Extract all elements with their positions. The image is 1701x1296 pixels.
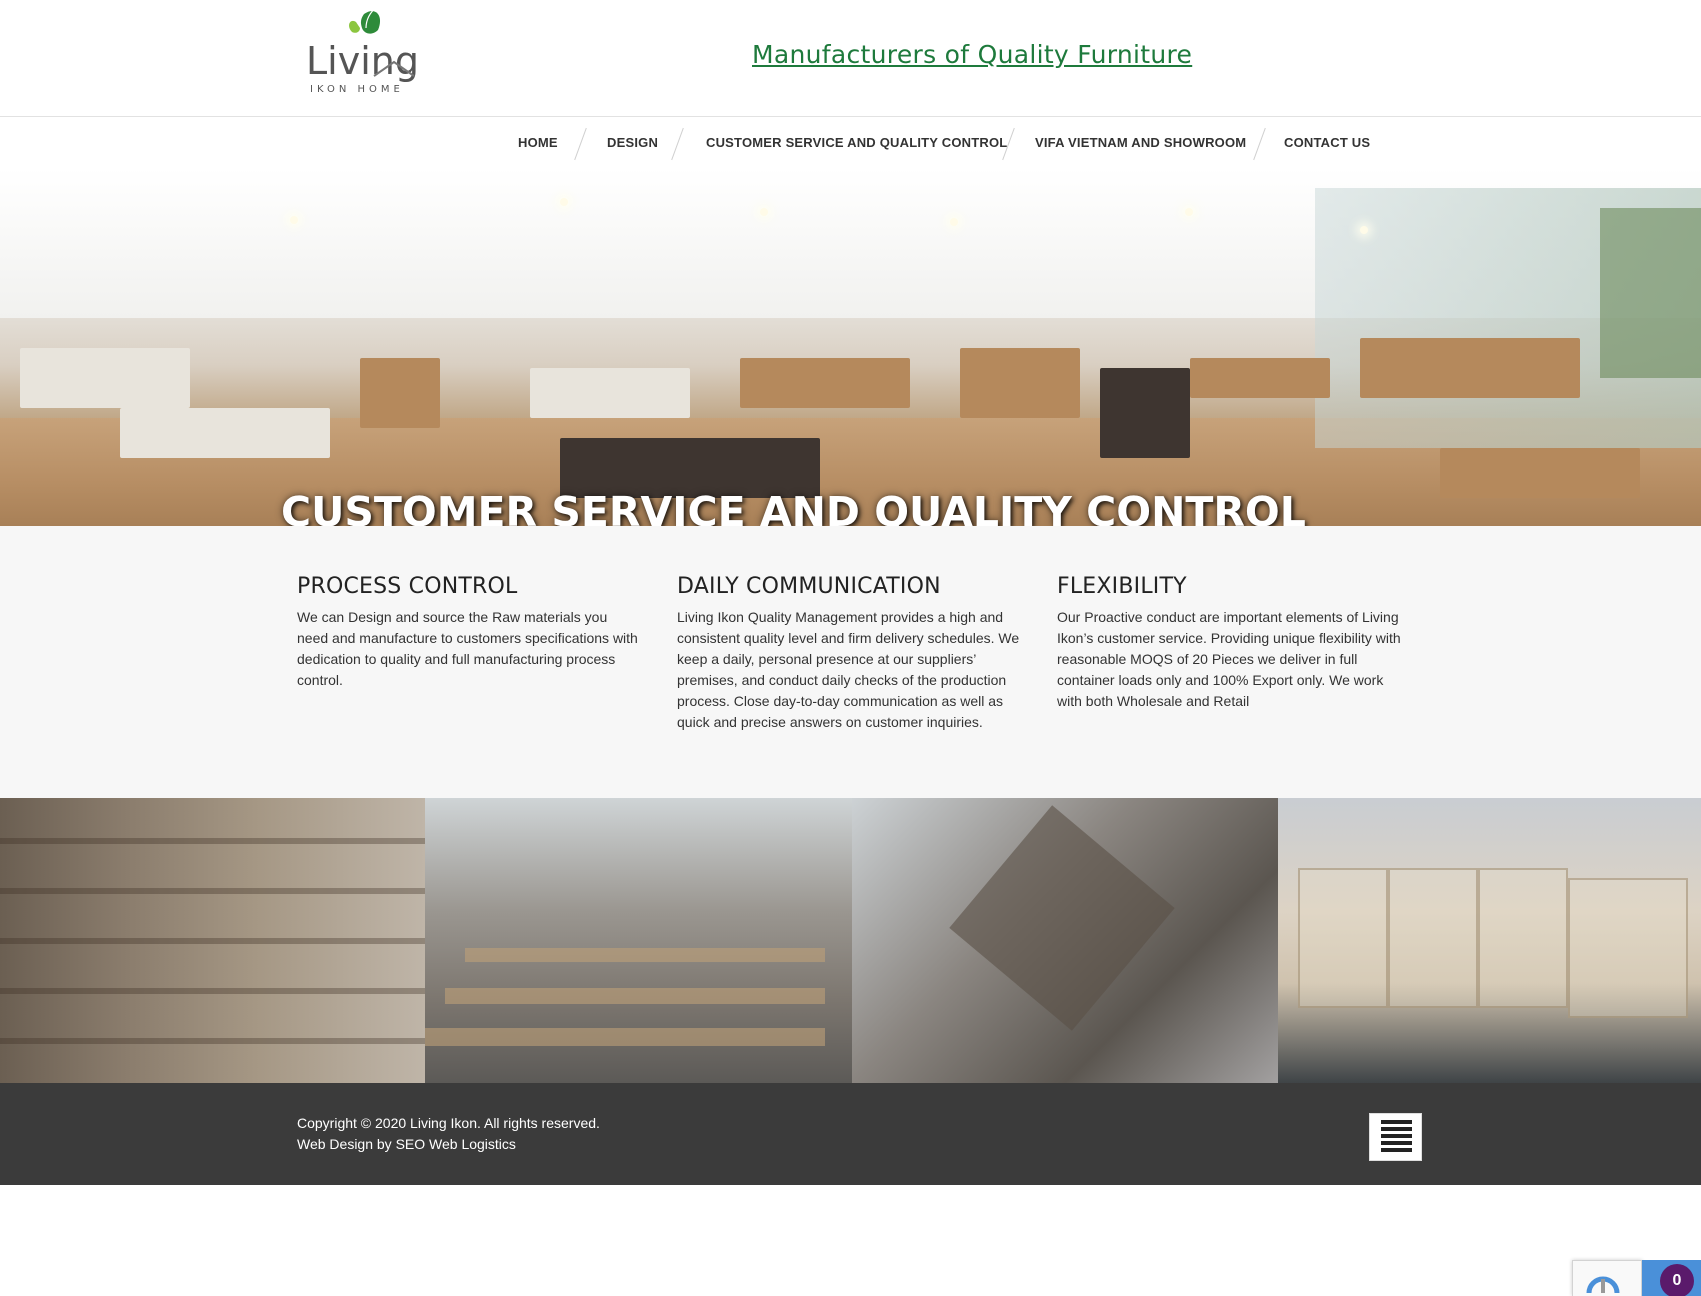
gallery-image-crates[interactable] (1278, 798, 1701, 1083)
feature-heading: FLEXIBILITY (1057, 574, 1187, 599)
storage-bed (1440, 448, 1640, 498)
ceiling-light (950, 218, 958, 226)
ceiling-light (1360, 226, 1368, 234)
notification-badge[interactable]: 0 (1660, 1264, 1694, 1296)
window-greenery (1600, 208, 1701, 378)
ceiling-light (1185, 208, 1193, 216)
svg-text:Living: Living (306, 39, 419, 83)
recaptcha-icon (1586, 1276, 1620, 1294)
ceiling-light (760, 208, 768, 216)
recaptcha-badge[interactable] (1572, 1260, 1642, 1296)
leaf-logo-icon: Living IKON HOME (306, 7, 419, 95)
features-section: PROCESS CONTROL We can Design and source… (0, 526, 1701, 798)
bed (20, 348, 190, 408)
dining-table (740, 358, 910, 408)
feature-daily-communication: DAILY COMMUNICATION Living Ikon Quality … (677, 574, 1022, 733)
feature-flexibility: FLEXIBILITY Our Proactive conduct are im… (1057, 574, 1402, 712)
gallery-image-chair-frames[interactable] (852, 798, 1278, 1083)
dining-set (1360, 338, 1580, 398)
site-header: Living IKON HOME Manufacturers of Qualit… (0, 0, 1701, 117)
nav-divider (1253, 127, 1266, 161)
site-tagline[interactable]: Manufacturers of Quality Furniture (752, 40, 1192, 69)
cabinet (1100, 368, 1190, 458)
main-nav: HOME DESIGN CUSTOMER SERVICE AND QUALITY… (0, 118, 1701, 168)
feature-process-control: PROCESS CONTROL We can Design and source… (297, 574, 642, 691)
site-logo[interactable]: Living IKON HOME (304, 6, 434, 98)
feature-heading: DAILY COMMUNICATION (677, 574, 941, 599)
nav-divider (574, 127, 587, 161)
feature-text: We can Design and source the Raw materia… (297, 609, 638, 688)
copyright-text: Copyright © 2020 Living Ikon. All rights… (297, 1115, 600, 1131)
gallery-image-wood-beams[interactable] (425, 798, 852, 1083)
hero-banner: CUSTOMER SERVICE AND QUALITY CONTROL (0, 168, 1701, 526)
web-design-credit-link[interactable]: Web Design by SEO Web Logistics (297, 1136, 516, 1152)
dining-chairs (960, 348, 1080, 418)
feature-text: Our Proactive conduct are important elem… (1057, 609, 1401, 709)
site-footer: Copyright © 2020 Living Ikon. All rights… (0, 1083, 1701, 1185)
bed (530, 368, 690, 418)
nav-item-vifa-vietnam[interactable]: VIFA VIETNAM AND SHOWROOM (1035, 135, 1246, 150)
chair (360, 358, 440, 428)
sideboard (1190, 358, 1330, 398)
factory-gallery (0, 798, 1701, 1083)
feature-text: Living Ikon Quality Management provides … (677, 609, 1020, 730)
gallery-image-lumber-stacks[interactable] (0, 798, 425, 1083)
bed-base (120, 408, 330, 458)
svg-text:IKON HOME: IKON HOME (310, 84, 404, 95)
nav-item-customer-service[interactable]: CUSTOMER SERVICE AND QUALITY CONTROL (706, 135, 1007, 150)
nav-item-design[interactable]: DESIGN (607, 135, 658, 150)
nav-divider (671, 127, 684, 161)
page-title: CUSTOMER SERVICE AND QUALITY CONTROL (281, 488, 1306, 526)
nav-item-contact[interactable]: CONTACT US (1284, 135, 1370, 150)
nav-item-home[interactable]: HOME (518, 135, 558, 150)
ceiling-light (560, 198, 568, 206)
feature-heading: PROCESS CONTROL (297, 574, 518, 599)
ceiling-light (290, 216, 298, 224)
hamburger-menu-icon[interactable] (1369, 1113, 1422, 1161)
